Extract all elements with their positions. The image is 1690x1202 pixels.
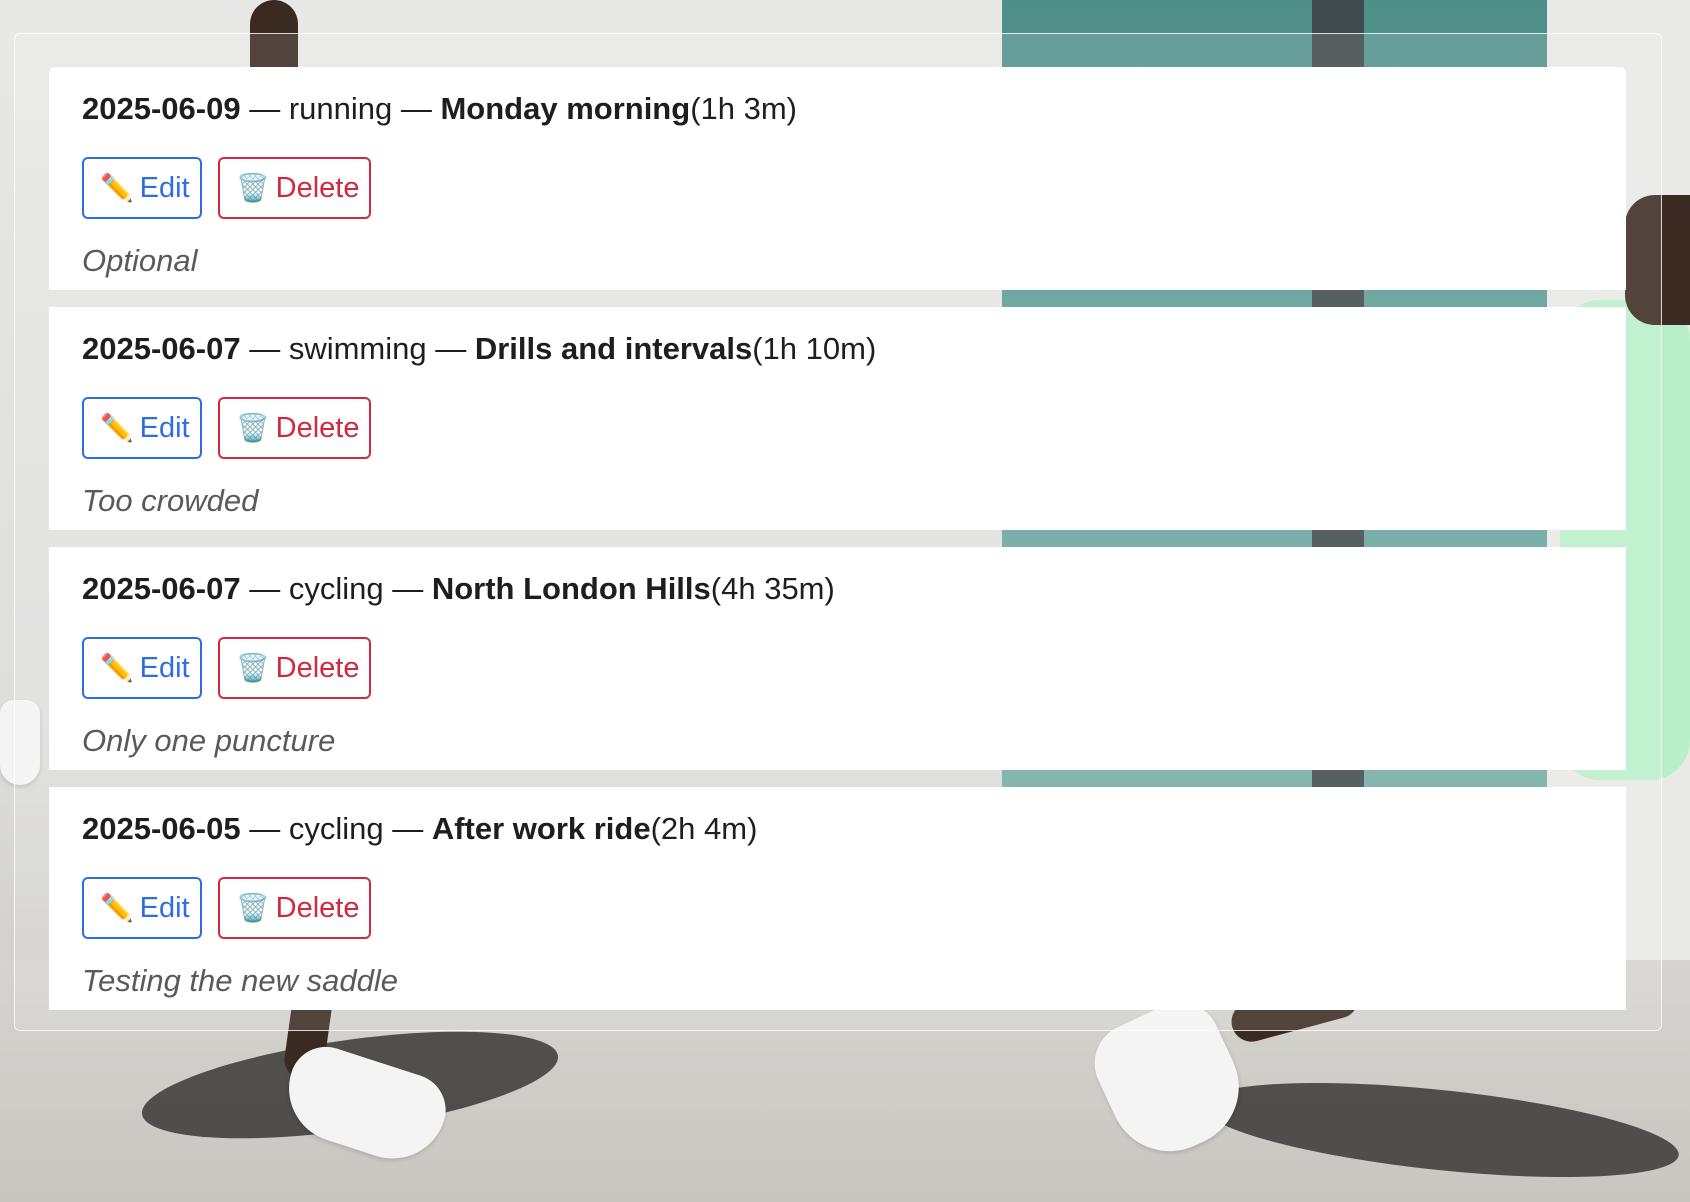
workout-duration: (4h 35m) (710, 571, 835, 606)
workout-title: After work ride (431, 811, 651, 846)
workout-notes: Too crowded (82, 483, 259, 518)
workout-list: 2025-06-09 — running — Monday morning(1h… (49, 67, 1626, 1010)
pencil-icon: ✏️ (100, 653, 134, 683)
workout-sport: cycling (288, 571, 384, 606)
wastebasket-icon: 🗑️ (236, 413, 270, 443)
delete-button[interactable]: 🗑️ Delete (218, 637, 371, 699)
separator: — (392, 91, 441, 126)
separator: — (240, 331, 289, 366)
workout-summary: 2025-06-05 — cycling — After work ride(2… (82, 809, 1593, 849)
workout-sport: cycling (288, 811, 384, 846)
workout-date: 2025-06-07 (82, 331, 241, 366)
workout-actions: ✏️ Edit 🗑️ Delete (82, 637, 1593, 699)
workout-actions: ✏️ Edit 🗑️ Delete (82, 877, 1593, 939)
pencil-icon: ✏️ (100, 893, 134, 923)
workout-duration: (1h 10m) (752, 331, 877, 366)
wastebasket-icon: 🗑️ (236, 653, 270, 683)
edit-button[interactable]: ✏️ Edit (82, 397, 202, 459)
wastebasket-icon: 🗑️ (236, 893, 270, 923)
separator: — (240, 571, 289, 606)
delete-button-label: Delete (275, 891, 360, 924)
workout-notes: Optional (82, 243, 198, 278)
workout-notes: Testing the new saddle (82, 963, 398, 998)
workout-card: 2025-06-05 — cycling — After work ride(2… (49, 787, 1626, 1010)
edit-button[interactable]: ✏️ Edit (82, 877, 202, 939)
separator: — (240, 91, 289, 126)
workout-sport: running (288, 91, 393, 126)
workout-duration: (2h 4m) (650, 811, 758, 846)
workout-card: 2025-06-07 — cycling — North London Hill… (49, 547, 1626, 770)
workout-title: North London Hills (431, 571, 711, 606)
edit-button-label: Edit (139, 411, 190, 444)
workout-card: 2025-06-09 — running — Monday morning(1h… (49, 67, 1626, 290)
workout-date: 2025-06-07 (82, 571, 241, 606)
wastebasket-icon: 🗑️ (236, 173, 270, 203)
workout-summary: 2025-06-07 — cycling — North London Hill… (82, 569, 1593, 609)
edit-button-label: Edit (139, 171, 190, 204)
workout-card: 2025-06-07 — swimming — Drills and inter… (49, 307, 1626, 530)
edit-button[interactable]: ✏️ Edit (82, 637, 202, 699)
workout-summary: 2025-06-07 — swimming — Drills and inter… (82, 329, 1593, 369)
delete-button[interactable]: 🗑️ Delete (218, 397, 371, 459)
workout-date: 2025-06-09 (82, 91, 241, 126)
workout-summary: 2025-06-09 — running — Monday morning(1h… (82, 89, 1593, 129)
delete-button-label: Delete (275, 651, 360, 684)
workout-notes: Only one puncture (82, 723, 336, 758)
separator: — (240, 811, 289, 846)
workout-title: Drills and intervals (474, 331, 753, 366)
page: 2025-06-09 — running — Monday morning(1h… (0, 0, 1690, 1202)
delete-button-label: Delete (275, 171, 360, 204)
separator: — (426, 331, 475, 366)
edit-button[interactable]: ✏️ Edit (82, 157, 202, 219)
delete-button-label: Delete (275, 411, 360, 444)
workout-duration: (1h 3m) (690, 91, 797, 126)
workout-date: 2025-06-05 (82, 811, 241, 846)
workout-title: Monday morning (440, 91, 691, 126)
workout-actions: ✏️ Edit 🗑️ Delete (82, 157, 1593, 219)
separator: — (383, 811, 432, 846)
separator: — (383, 571, 432, 606)
edit-button-label: Edit (139, 651, 190, 684)
pencil-icon: ✏️ (100, 413, 134, 443)
pencil-icon: ✏️ (100, 173, 134, 203)
delete-button[interactable]: 🗑️ Delete (218, 157, 371, 219)
workout-sport: swimming (288, 331, 427, 366)
edit-button-label: Edit (139, 891, 190, 924)
delete-button[interactable]: 🗑️ Delete (218, 877, 371, 939)
workout-actions: ✏️ Edit 🗑️ Delete (82, 397, 1593, 459)
